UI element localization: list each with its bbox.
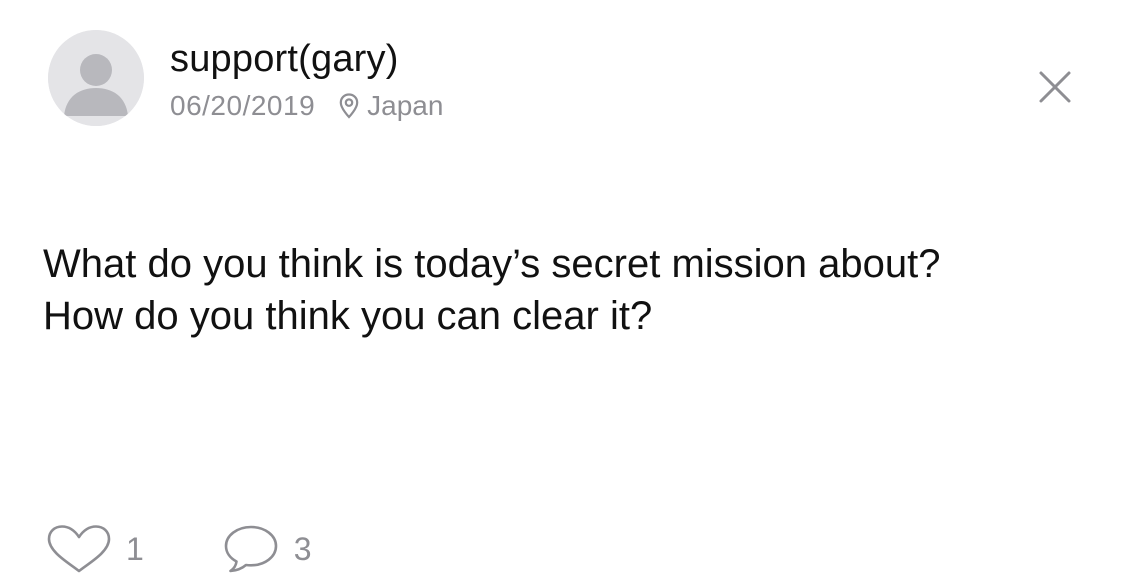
- heart-outline-icon: [47, 525, 111, 573]
- post-actions: 1 3: [46, 524, 312, 574]
- like-button[interactable]: 1: [46, 524, 144, 574]
- like-count: 1: [126, 530, 144, 567]
- post-body-line: How do you think you can clear it?: [43, 294, 653, 338]
- post-meta: 06/20/2019 Japan: [170, 88, 443, 124]
- comment-button[interactable]: 3: [222, 524, 312, 574]
- close-button[interactable]: [1036, 68, 1074, 106]
- post-card: support(gary) 06/20/2019 Japan What do y…: [0, 0, 1125, 584]
- avatar[interactable]: [48, 30, 144, 126]
- map-pin-icon: [339, 93, 359, 119]
- post-date: 06/20/2019: [170, 90, 316, 121]
- close-icon: [1039, 71, 1071, 103]
- post-location: Japan: [367, 90, 444, 121]
- speech-bubble-icon: [224, 525, 278, 573]
- post-body: What do you think is today’s secret miss…: [43, 238, 1083, 342]
- author-name[interactable]: support(gary): [170, 36, 399, 82]
- default-user-avatar-icon: [48, 30, 144, 126]
- post-body-line: What do you think is today’s secret miss…: [43, 242, 941, 286]
- comment-count: 3: [293, 530, 312, 567]
